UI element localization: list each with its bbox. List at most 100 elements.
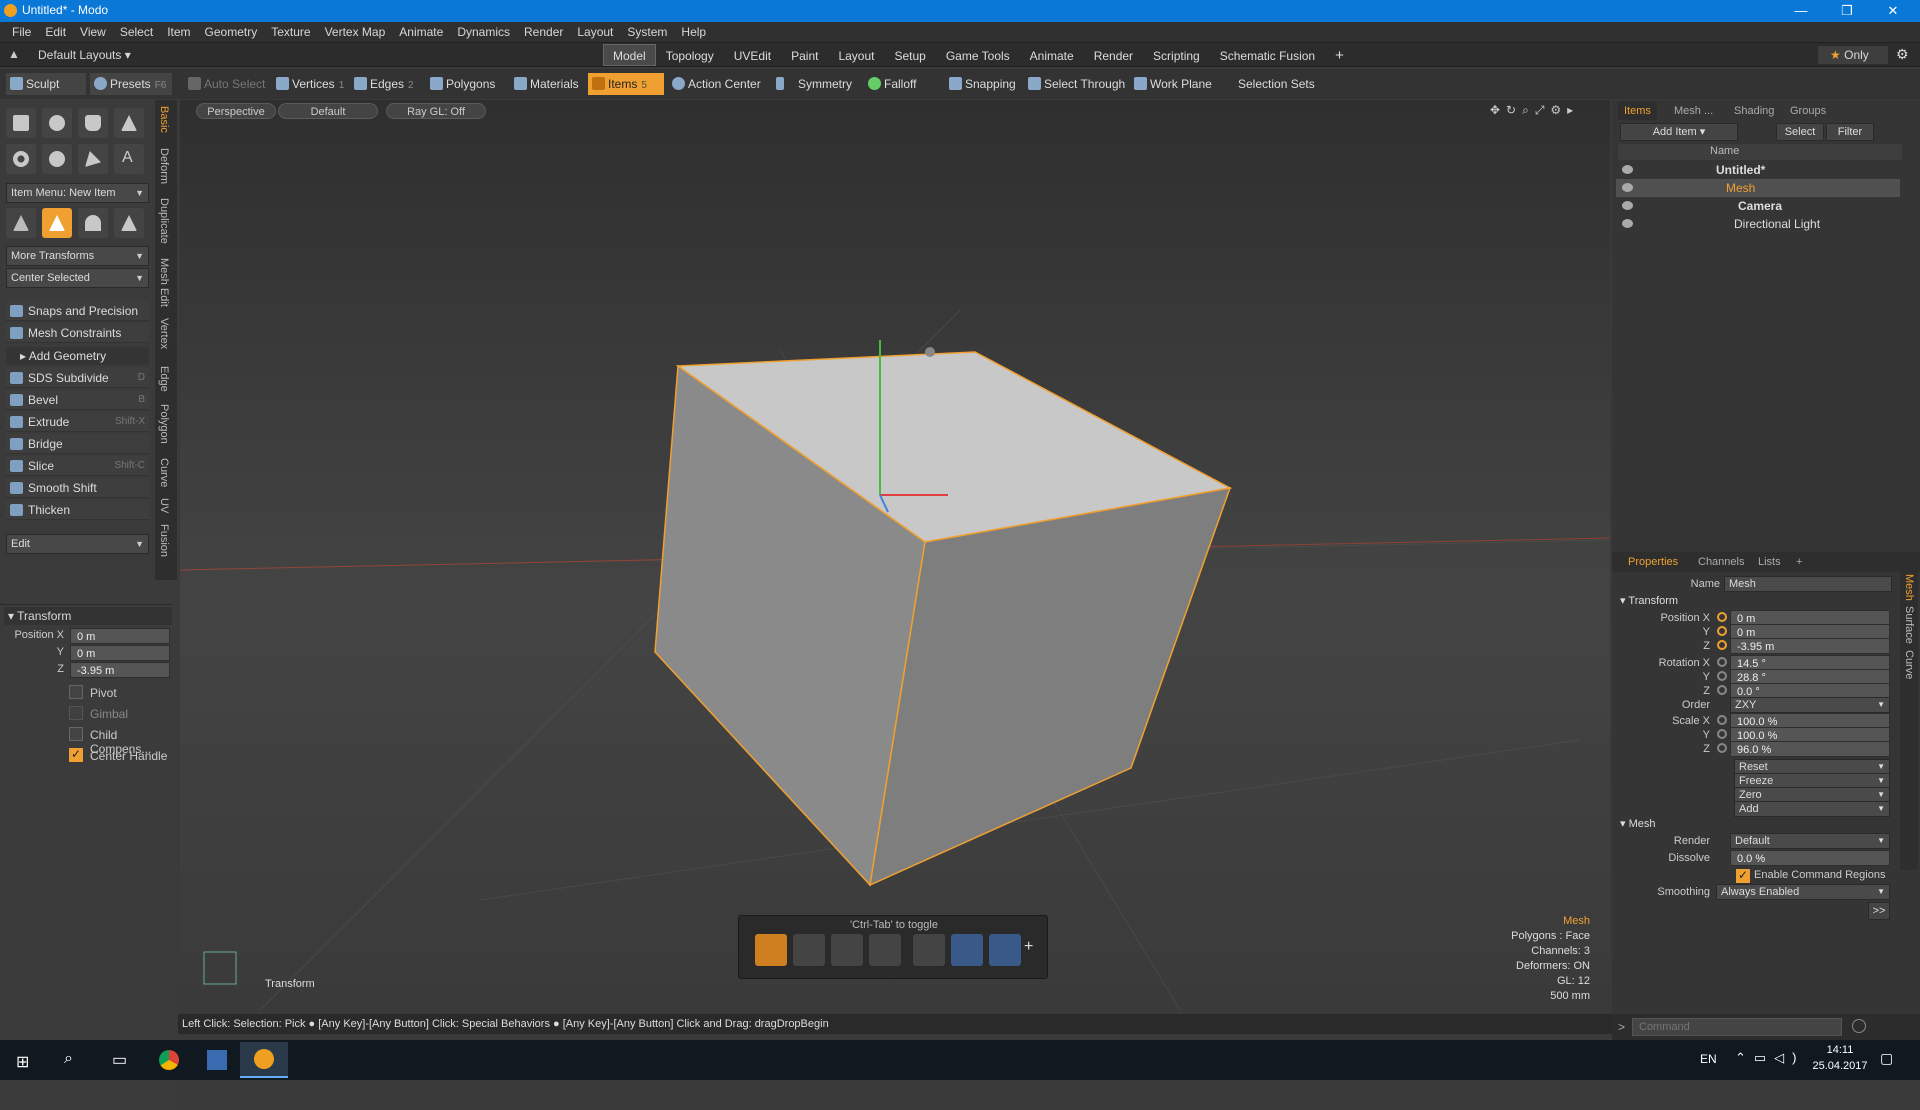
work-plane-button[interactable]: Work Plane [1130,73,1218,95]
tab-shading[interactable]: Shading [1728,102,1780,120]
menu-item[interactable]: Item [160,22,197,43]
tree-row-mesh[interactable]: Mesh [1616,179,1900,197]
capsule-tool-icon[interactable] [42,144,72,174]
polygons-button[interactable]: Polygons [426,73,501,95]
tab-topology[interactable]: Topology [656,44,724,66]
chrome-icon[interactable] [144,1042,192,1078]
menu-edit[interactable]: Edit [38,22,73,43]
layout-up-icon[interactable]: ▲ [8,47,20,61]
3d-viewport[interactable]: Perspective Default Ray GL: Off ✥↻⌕⤢⚙▸ T… [180,100,1610,1010]
tab-layout[interactable]: Layout [828,44,884,66]
tab-game-tools[interactable]: Game Tools [936,44,1020,66]
gear-icon[interactable]: ⚙ [1896,46,1909,63]
materials-button[interactable]: Materials [510,73,585,95]
order-dropdown[interactable]: ZXY ▼ [1730,697,1890,713]
select-button[interactable]: Select [1776,123,1824,141]
sphere-tool-icon[interactable] [42,108,72,138]
transform-tool-icon[interactable] [42,208,72,238]
edit-dropdown[interactable]: Edit ▼ [6,534,149,554]
clock-time[interactable]: 14:11 [1810,1044,1870,1056]
position-z-field[interactable]: -3.95 m [70,662,170,678]
visibility-eye-icon[interactable] [1622,219,1633,228]
scale-tool-icon[interactable] [114,208,144,238]
tab-channels[interactable]: Channels [1692,553,1750,571]
menu-file[interactable]: File [5,22,38,43]
gimbal-checkbox[interactable] [69,706,83,720]
tab-paint[interactable]: Paint [781,44,828,66]
filter-button[interactable]: Filter [1826,123,1874,141]
clock-date[interactable]: 25.04.2017 [1800,1060,1880,1072]
position-x-field[interactable]: 0 m [70,628,170,644]
keyframe-dot[interactable] [1717,715,1727,725]
child-compensation-checkbox[interactable] [69,727,83,741]
move-tool-icon[interactable] [6,208,36,238]
visibility-eye-icon[interactable] [1622,165,1633,174]
language-indicator[interactable]: EN [1700,1052,1717,1066]
slice-button[interactable]: Slice Shift-C [6,456,149,476]
pivot-checkbox[interactable] [69,685,83,699]
transform-header[interactable]: ▾ Transform [4,607,172,625]
menu-system[interactable]: System [620,22,674,43]
add-dropdown[interactable]: Add ▼ [1734,801,1890,817]
keyframe-dot[interactable] [1717,743,1727,753]
tab-items[interactable]: Items [1618,102,1657,120]
search-icon[interactable]: ⌕ [48,1042,96,1078]
render-dropdown[interactable]: Default ▼ [1730,833,1890,849]
menu-view[interactable]: View [73,22,113,43]
item-menu-dropdown[interactable]: Item Menu: New Item ▼ [6,183,149,203]
side-tab-mesh[interactable]: Mesh [1903,574,1915,601]
vtab-fusion[interactable]: Fusion [158,524,170,557]
rotate-tool-icon[interactable] [78,208,108,238]
thicken-button[interactable]: Thicken [6,500,149,520]
more-transforms-dropdown[interactable]: More Transforms ▼ [6,246,149,266]
layout-dropdown[interactable]: Default Layouts ▾ [38,48,131,62]
pen-tool-icon[interactable] [78,144,108,174]
action-center-button[interactable]: Action Center [668,73,767,95]
keyframe-dot[interactable] [1717,685,1727,695]
more-button[interactable]: >> [1868,902,1890,920]
hud-pivot-icon[interactable] [913,934,945,966]
enable-command-regions-checkbox[interactable] [1736,868,1750,883]
tab-lists[interactable]: Lists [1752,553,1787,571]
keyframe-dot[interactable] [1717,612,1727,622]
vtab-duplicate[interactable]: Duplicate [158,198,170,244]
bridge-button[interactable]: Bridge [6,434,149,454]
hud-bevel-icon[interactable] [951,934,983,966]
vtab-vertex[interactable]: Vertex [158,318,170,349]
start-icon[interactable]: ⊞ [0,1042,48,1078]
keyframe-dot[interactable] [1717,626,1727,636]
tab-scripting[interactable]: Scripting [1143,44,1210,66]
vertices-button[interactable]: Vertices 1 [272,73,350,95]
sds-subdivide-button[interactable]: SDS Subdivide D [6,368,149,388]
tree-row-camera[interactable]: Camera [1616,197,1900,215]
selection-sets-button[interactable]: Selection Sets [1220,73,1321,95]
add-item-button[interactable]: Add Item ▾ [1620,123,1738,141]
snaps-precision-button[interactable]: Snaps and Precision [6,301,149,321]
visibility-eye-icon[interactable] [1622,201,1633,210]
side-tab-curve[interactable]: Curve [1903,650,1915,679]
pos-z-field[interactable]: -3.95 m [1730,638,1890,654]
torus-tool-icon[interactable] [6,144,36,174]
menu-vertex-map[interactable]: Vertex Map [318,22,393,43]
menu-animate[interactable]: Animate [392,22,450,43]
tab-model[interactable]: Model [603,44,656,66]
symmetry-button[interactable]: Symmetry [772,73,858,95]
cone-tool-icon[interactable] [114,108,144,138]
menu-layout[interactable]: Layout [570,22,620,43]
props-transform-header[interactable]: ▾ Transform [1620,594,1678,607]
hud-transform-icon[interactable] [755,934,787,966]
tab-setup[interactable]: Setup [884,44,935,66]
tab-animate[interactable]: Animate [1020,44,1084,66]
vtab-mesh-edit[interactable]: Mesh Edit [158,258,170,307]
only-toggle[interactable]: ★ Only [1818,46,1888,64]
cube-tool-icon[interactable] [6,108,36,138]
add-geometry-header[interactable]: ▸ Add Geometry [6,347,149,365]
menu-render[interactable]: Render [517,22,570,43]
sculpt-button[interactable]: Sculpt [6,73,86,95]
maximize-button[interactable]: ❐ [1824,0,1870,22]
edges-button[interactable]: Edges 2 [350,73,420,95]
extrude-button[interactable]: Extrude Shift-X [6,412,149,432]
text-tool-icon[interactable]: A [114,144,144,174]
command-history-icon[interactable] [1852,1019,1866,1033]
vtab-edge[interactable]: Edge [158,366,170,392]
